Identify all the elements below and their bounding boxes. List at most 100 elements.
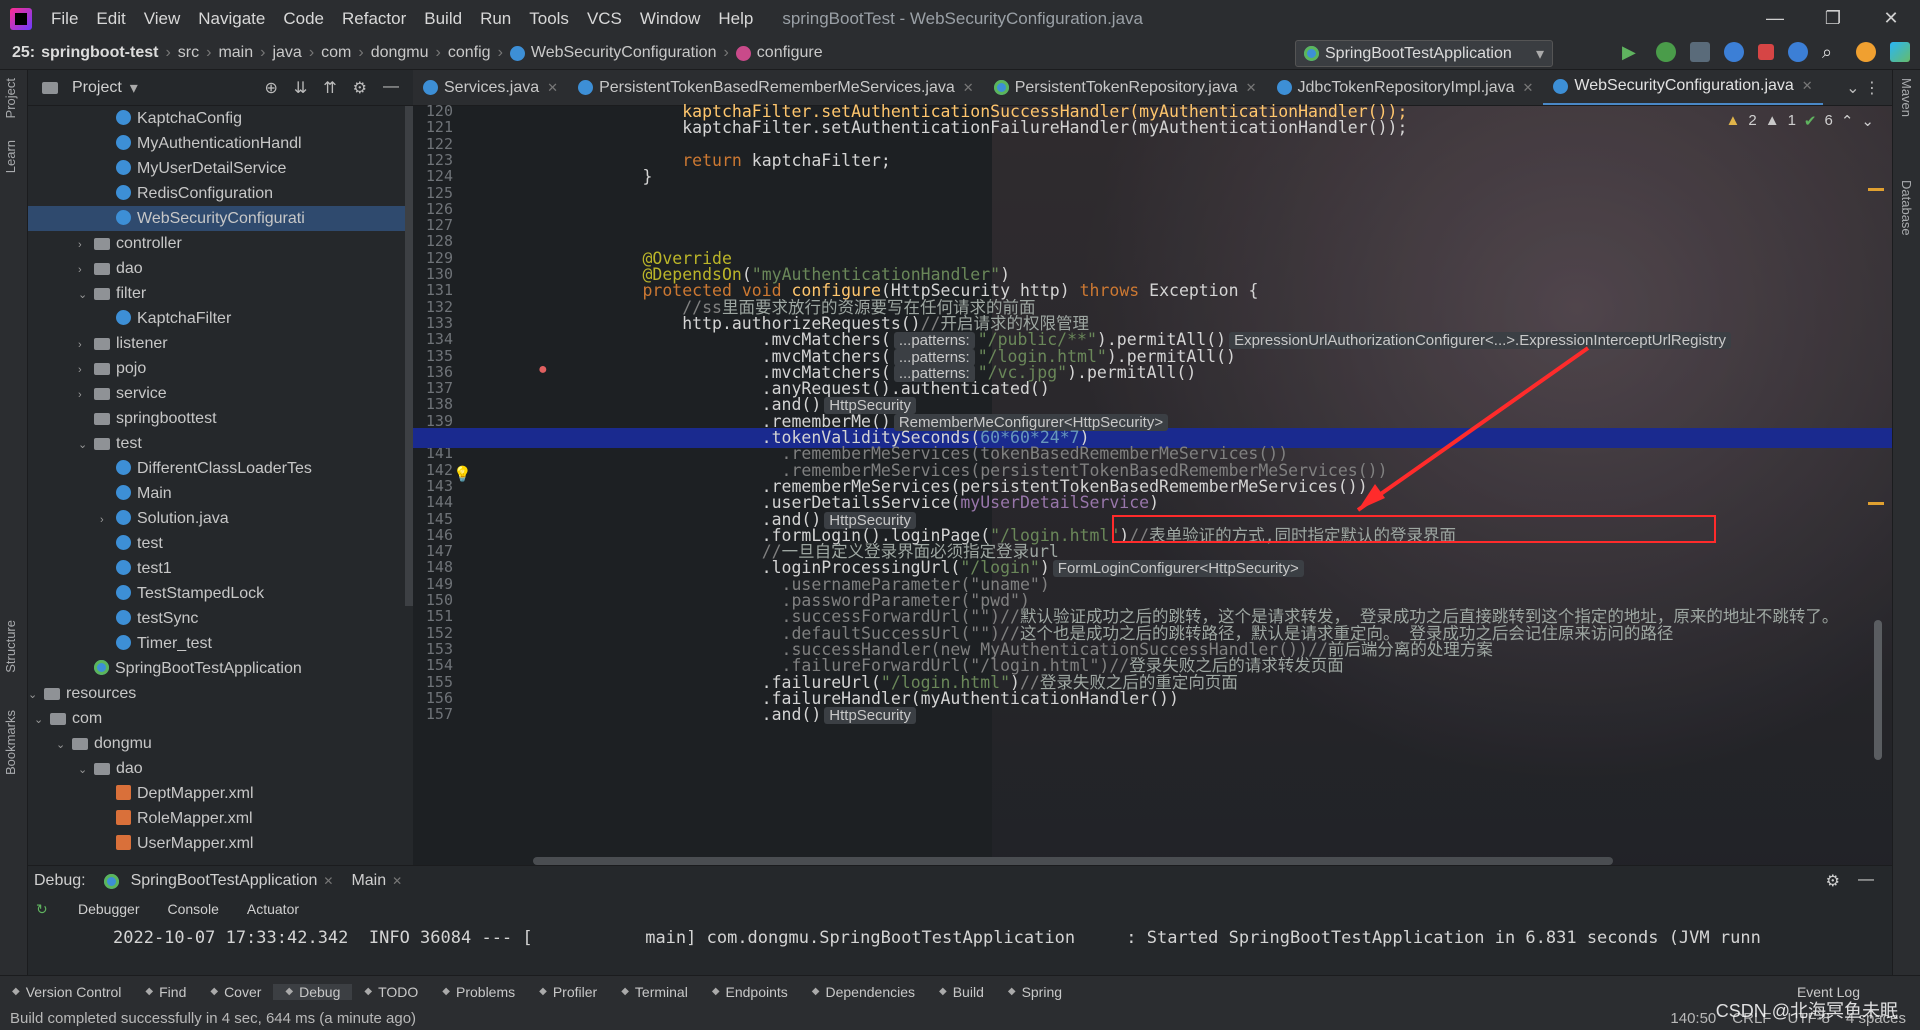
tree-item[interactable]: KaptchaFilter — [28, 306, 413, 331]
console-tab[interactable]: Console — [168, 901, 219, 917]
editor-tab[interactable]: PersistentTokenBasedRememberMeServices.j… — [568, 70, 984, 105]
line-number[interactable]: 120 — [413, 102, 453, 120]
close-icon[interactable]: ✕ — [392, 874, 402, 888]
menu-view[interactable]: View — [135, 9, 190, 29]
tree-item[interactable]: DifferentClassLoaderTes — [28, 456, 413, 481]
tree-item[interactable]: MyAuthenticationHandl — [28, 131, 413, 156]
line-number[interactable]: 137 — [413, 379, 453, 397]
line-number[interactable]: 152 — [413, 624, 453, 642]
line-number[interactable]: 157 — [413, 705, 453, 723]
locate-icon[interactable]: ⊕ — [264, 78, 277, 98]
profiler-icon[interactable] — [1724, 42, 1744, 62]
line-number[interactable]: 139 — [413, 412, 453, 430]
expand-arrow-icon[interactable]: ⌄ — [78, 758, 94, 783]
expand-arrow-icon[interactable]: ⌄ — [34, 708, 50, 733]
tree-item[interactable]: ⌄ resources — [28, 681, 413, 706]
project-side-tab[interactable]: Project — [3, 78, 18, 118]
line-number[interactable]: 146 — [413, 526, 453, 544]
editor-tab[interactable]: JdbcTokenRepositoryImpl.java ✕ — [1267, 70, 1544, 105]
line-number[interactable]: 153 — [413, 640, 453, 658]
tree-item[interactable]: TestStampedLock — [28, 581, 413, 606]
line-number[interactable]: 147 — [413, 542, 453, 560]
line-number[interactable]: 125 — [413, 184, 453, 202]
line-number[interactable]: 132 — [413, 298, 453, 316]
tree-scrollbar[interactable] — [405, 106, 413, 606]
maven-side-tab[interactable]: Maven — [1899, 78, 1914, 117]
debug-session-tab[interactable]: SpringBootTestApplication ✕ — [103, 872, 333, 890]
line-number[interactable]: 133 — [413, 314, 453, 332]
line-number[interactable]: 122 — [413, 135, 453, 153]
tree-item[interactable]: › listener — [28, 331, 413, 356]
close-icon[interactable]: ✕ — [963, 70, 974, 105]
tree-item[interactable]: testSync — [28, 606, 413, 631]
menu-build[interactable]: Build — [415, 9, 471, 29]
code-line[interactable]: } — [563, 167, 652, 187]
tree-item[interactable]: › dao — [28, 256, 413, 281]
line-number[interactable]: 126 — [413, 200, 453, 218]
line-number[interactable]: 131 — [413, 281, 453, 299]
editor-vertical-scrollbar[interactable] — [1874, 620, 1882, 760]
line-number[interactable]: 121 — [413, 118, 453, 136]
line-number[interactable]: 128 — [413, 232, 453, 250]
tab-menu-icon[interactable]: ⌄ ⋮ — [1846, 78, 1892, 98]
toolwindow-problems[interactable]: ◆ Problems — [430, 984, 527, 1000]
tree-item[interactable]: WebSecurityConfigurati — [28, 206, 413, 231]
line-number[interactable]: 129 — [413, 249, 453, 267]
tree-item[interactable]: ⌄ filter — [28, 281, 413, 306]
breadcrumb-src[interactable]: src — [178, 44, 199, 62]
toolwindow-find[interactable]: ◆ Find — [133, 984, 198, 1000]
toolwindow-profiler[interactable]: ◆ Profiler — [527, 984, 609, 1000]
menu-edit[interactable]: Edit — [87, 9, 134, 29]
code-line[interactable]: .and() HttpSecurity — [563, 705, 919, 725]
tree-item[interactable]: UserMapper.xml — [28, 831, 413, 856]
collapse-all-icon[interactable]: ⇈ — [323, 78, 336, 98]
expand-arrow-icon[interactable]: › — [78, 333, 94, 358]
caret-position[interactable]: 140:50 — [1670, 1010, 1716, 1027]
line-number[interactable]: 149 — [413, 575, 453, 593]
update-icon[interactable] — [1856, 42, 1876, 62]
expand-arrow-icon[interactable]: ⌄ — [28, 683, 44, 708]
menu-vcs[interactable]: VCS — [578, 9, 631, 29]
project-panel-title[interactable]: Project — [72, 79, 122, 97]
toolwindow-spring[interactable]: ◆ Spring — [996, 984, 1074, 1000]
expand-arrow-icon[interactable]: › — [100, 508, 116, 533]
editor-horizontal-scrollbar[interactable] — [533, 857, 1613, 865]
toolwindow-todo[interactable]: ◆ TODO — [352, 984, 430, 1000]
toolwindow-dependencies[interactable]: ◆ Dependencies — [800, 984, 927, 1000]
run-configuration-select[interactable]: SpringBootTestApplication ▾ — [1295, 40, 1553, 67]
editor-tab[interactable]: WebSecurityConfiguration.java ✕ — [1543, 70, 1823, 105]
hide-icon[interactable]: — — [1858, 871, 1874, 891]
tree-item[interactable]: ⌄ test — [28, 431, 413, 456]
line-number[interactable]: 148 — [413, 558, 453, 576]
menu-file[interactable]: File — [42, 9, 87, 29]
debug-main-tab[interactable]: Main ✕ — [351, 872, 402, 890]
expand-arrow-icon[interactable]: › — [78, 383, 94, 408]
tree-item[interactable]: ⌄ dao — [28, 756, 413, 781]
line-number[interactable]: 130 — [413, 265, 453, 283]
line-number[interactable]: 151 — [413, 607, 453, 625]
expand-arrow-icon[interactable]: › — [78, 358, 94, 383]
tree-item[interactable]: › controller — [28, 231, 413, 256]
expand-arrow-icon[interactable]: › — [78, 233, 94, 258]
tree-item[interactable]: test — [28, 531, 413, 556]
line-number[interactable]: 134 — [413, 330, 453, 348]
tree-item[interactable]: Main — [28, 481, 413, 506]
close-icon[interactable]: ✕ — [323, 874, 333, 888]
debugger-tab[interactable]: Debugger — [78, 901, 140, 917]
toolwindow-debug[interactable]: ◆ Debug — [273, 983, 353, 1000]
toolwindow-build[interactable]: ◆ Build — [927, 984, 996, 1000]
line-number[interactable]: 138 — [413, 395, 453, 413]
line-number[interactable]: 124 — [413, 167, 453, 185]
breadcrumb-java[interactable]: java — [272, 44, 301, 62]
menu-refactor[interactable]: Refactor — [333, 9, 415, 29]
toolwindow-cover[interactable]: ◆ Cover — [198, 984, 273, 1000]
tree-item[interactable]: › pojo — [28, 356, 413, 381]
line-number[interactable]: 123 — [413, 151, 453, 169]
breadcrumb-dongmu[interactable]: dongmu — [371, 44, 429, 62]
gear-icon[interactable]: ⚙ — [1826, 871, 1840, 891]
toolbox-icon[interactable] — [1890, 42, 1910, 62]
toolwindow-terminal[interactable]: ◆ Terminal — [609, 984, 700, 1000]
breadcrumb-main[interactable]: main — [218, 44, 253, 62]
line-number[interactable]: 155 — [413, 673, 453, 691]
tree-item[interactable]: ⌄ dongmu — [28, 731, 413, 756]
